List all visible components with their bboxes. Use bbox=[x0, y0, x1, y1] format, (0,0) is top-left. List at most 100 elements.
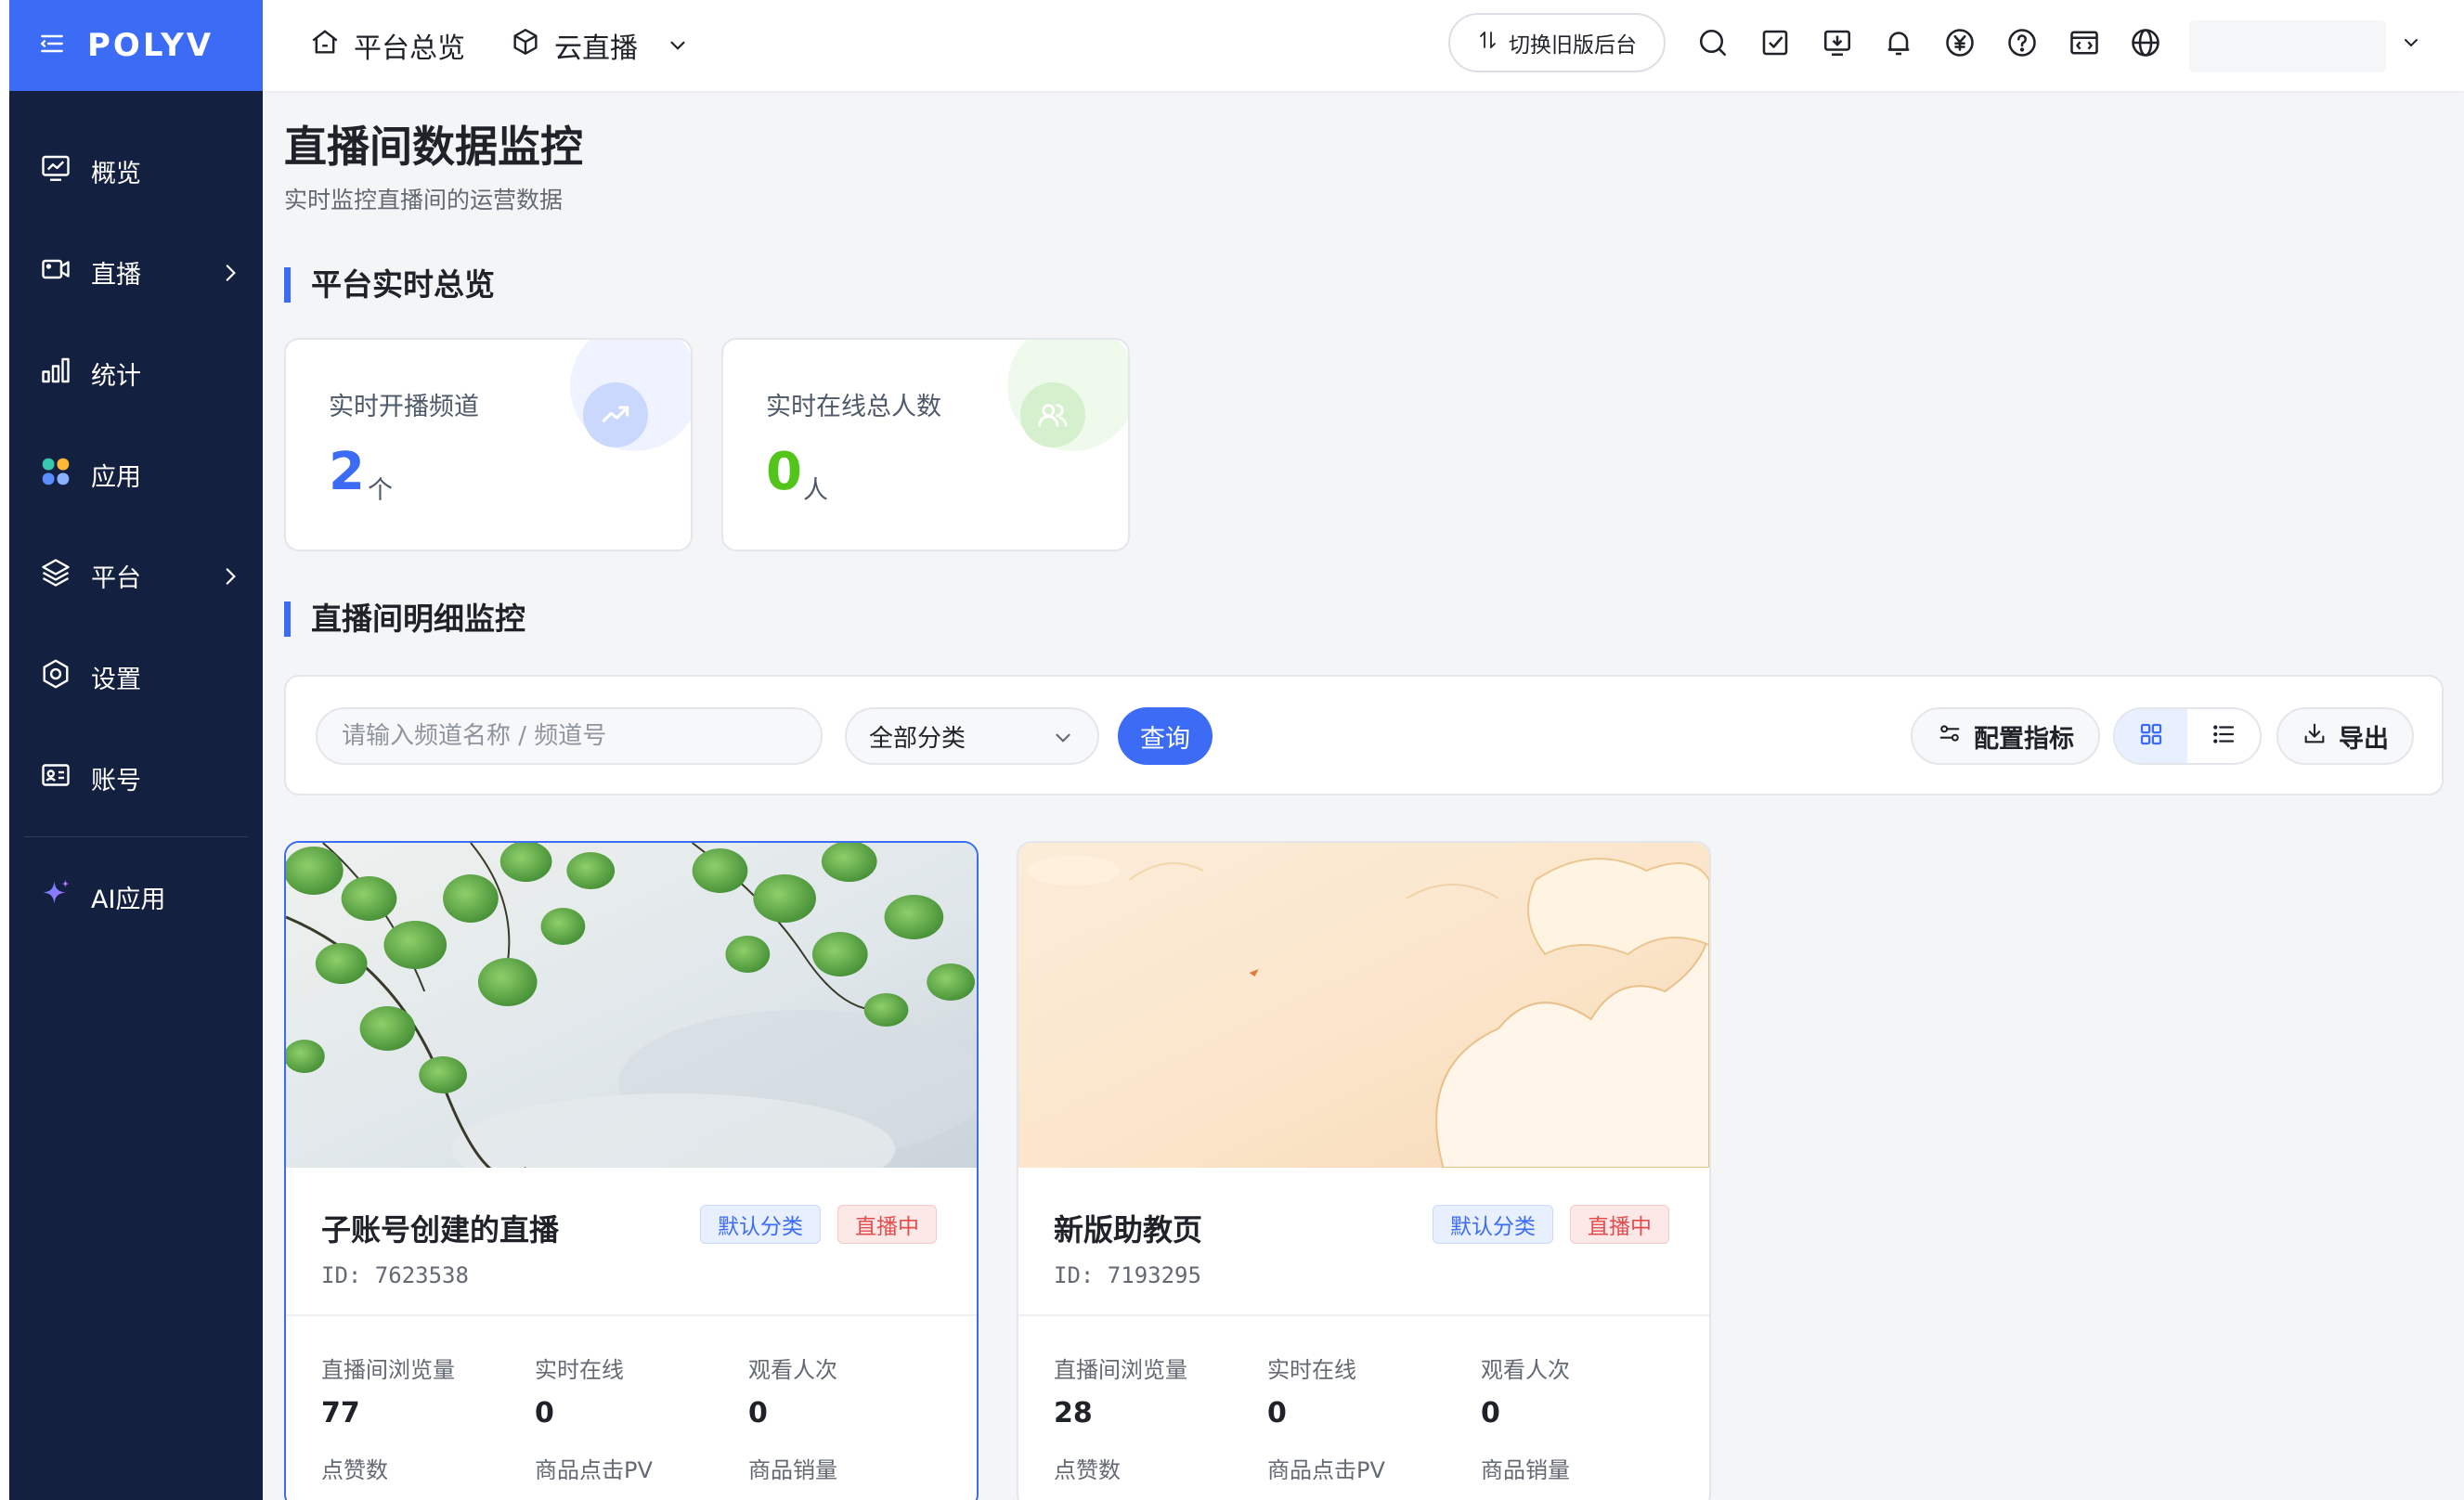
grid-view-button[interactable] bbox=[2115, 709, 2187, 763]
configure-metrics-label: 配置指标 bbox=[1974, 724, 2074, 754]
chevron-down-icon bbox=[670, 41, 685, 50]
metric-label: 直播间浏览量 bbox=[321, 1357, 455, 1383]
sidebar-item-platform[interactable]: 平台 bbox=[9, 525, 263, 627]
metric-label: 商品销量 bbox=[1481, 1457, 1570, 1483]
metric-label: 实时在线 bbox=[535, 1357, 624, 1383]
nav-platform-overview-label: 平台总览 bbox=[354, 32, 465, 65]
grid-icon bbox=[2137, 720, 2165, 752]
metric-product-clicks: 商品点击PV bbox=[535, 1452, 720, 1484]
stat-value: 2 bbox=[329, 442, 365, 502]
page-subtitle: 实时监控直播间的运营数据 bbox=[284, 187, 564, 213]
metric-product-clicks: 商品点击PV bbox=[1267, 1452, 1453, 1484]
metric-value: 0 bbox=[1481, 1397, 1500, 1429]
download-screen-icon[interactable] bbox=[1821, 26, 1854, 59]
metric-online: 实时在线 0 bbox=[1267, 1351, 1453, 1429]
help-icon[interactable] bbox=[2005, 26, 2039, 59]
metric-label: 直播间浏览量 bbox=[1054, 1357, 1187, 1383]
globe-icon[interactable] bbox=[2129, 26, 2162, 59]
stat-label: 实时在线总人数 bbox=[766, 393, 941, 421]
metric-label: 商品点击PV bbox=[1267, 1457, 1385, 1483]
sidebar-item-account[interactable]: 账号 bbox=[9, 728, 263, 829]
home-icon bbox=[309, 26, 341, 65]
export-button[interactable]: 导出 bbox=[2276, 707, 2414, 765]
brand-header: POLYV bbox=[9, 0, 263, 91]
bell-icon[interactable] bbox=[1882, 26, 1915, 59]
metric-label: 观看人次 bbox=[1481, 1357, 1570, 1383]
stat-label: 实时开播频道 bbox=[329, 393, 479, 421]
stat-unit: 人 bbox=[803, 476, 828, 505]
metric-product-sales: 商品销量 bbox=[748, 1452, 934, 1484]
sidebar-item-overview[interactable]: 概览 bbox=[9, 121, 263, 222]
user-account-menu[interactable] bbox=[2189, 20, 2386, 72]
category-tag: 默认分类 bbox=[1433, 1205, 1553, 1244]
metric-value: 0 bbox=[748, 1397, 768, 1429]
search-icon[interactable] bbox=[1696, 26, 1730, 59]
category-select-value: 全部分类 bbox=[869, 724, 966, 753]
room-card[interactable]: 子账号创建的直播 默认分类 直播中 ID: 7623538 直播间浏览量 77 … bbox=[284, 841, 979, 1500]
room-card[interactable]: 新版助教页 默认分类 直播中 ID: 7193295 直播间浏览量 28 实时在… bbox=[1017, 841, 1711, 1500]
view-mode-toggle bbox=[2113, 707, 2262, 765]
query-button[interactable]: 查询 bbox=[1118, 707, 1213, 765]
room-id: ID: 7193295 bbox=[1054, 1262, 1201, 1288]
hamburger-menu-icon[interactable] bbox=[37, 29, 67, 62]
card-divider bbox=[286, 1314, 977, 1316]
export-label: 导出 bbox=[2339, 724, 2389, 754]
download-icon bbox=[2302, 720, 2328, 753]
configure-metrics-button[interactable]: 配置指标 bbox=[1911, 707, 2100, 765]
metric-value: 77 bbox=[321, 1397, 360, 1429]
category-select[interactable]: 全部分类 bbox=[845, 707, 1099, 765]
monitor-chart-icon bbox=[39, 151, 72, 191]
yuan-coin-icon[interactable] bbox=[1943, 26, 1977, 59]
video-camera-icon bbox=[39, 252, 72, 292]
stat-value: 0 bbox=[766, 442, 802, 502]
room-cover-image bbox=[1018, 843, 1709, 1168]
switch-old-version-button[interactable]: 切换旧版后台 bbox=[1448, 13, 1666, 72]
metric-views: 观看人次 0 bbox=[1481, 1351, 1666, 1429]
sidebar-item-live[interactable]: 直播 bbox=[9, 222, 263, 323]
sidebar: POLYV 概览 直播 统计 应用 平台 设置 账号 AI应用 bbox=[0, 0, 263, 1500]
list-view-button[interactable] bbox=[2187, 709, 2260, 763]
channel-search-input[interactable] bbox=[316, 707, 823, 765]
live-status-badge: 直播中 bbox=[1570, 1205, 1669, 1244]
sidebar-item-label: 应用 bbox=[91, 463, 141, 492]
sidebar-item-label: 设置 bbox=[91, 666, 141, 694]
sidebar-item-label: 统计 bbox=[91, 362, 141, 391]
sidebar-item-apps[interactable]: 应用 bbox=[9, 424, 263, 525]
page-title: 直播间数据监控 bbox=[284, 122, 583, 172]
nav-platform-overview[interactable]: 平台总览 bbox=[309, 25, 465, 66]
room-name: 新版助教页 bbox=[1054, 1212, 1203, 1248]
chevron-right-icon bbox=[226, 264, 236, 281]
stat-card-online-users: 实时在线总人数 0 人 bbox=[721, 338, 1130, 551]
metric-value: 0 bbox=[535, 1397, 554, 1429]
product-switcher[interactable]: 云直播 bbox=[510, 25, 690, 66]
sidebar-item-label: 平台 bbox=[91, 564, 141, 593]
sidebar-item-ai-apps[interactable]: AI应用 bbox=[9, 852, 263, 941]
stat-unit: 个 bbox=[368, 476, 393, 505]
code-window-icon[interactable] bbox=[2068, 26, 2101, 59]
section-title-detail: 直播间明细监控 bbox=[284, 601, 525, 637]
category-tag: 默认分类 bbox=[700, 1205, 821, 1244]
cube-icon bbox=[510, 26, 541, 65]
top-bar: 平台总览 云直播 切换旧版后台 bbox=[263, 0, 2464, 91]
list-icon bbox=[2210, 720, 2237, 752]
card-divider bbox=[1018, 1314, 1709, 1316]
metric-label: 点赞数 bbox=[321, 1457, 388, 1483]
id-card-icon bbox=[39, 758, 72, 798]
task-edit-icon[interactable] bbox=[1758, 26, 1792, 59]
metric-product-sales: 商品销量 bbox=[1481, 1452, 1666, 1484]
sidebar-item-settings[interactable]: 设置 bbox=[9, 627, 263, 728]
gear-icon bbox=[39, 657, 72, 697]
sidebar-item-label: 账号 bbox=[91, 767, 141, 795]
chevron-down-icon[interactable] bbox=[2400, 32, 2422, 54]
switch-old-version-label: 切换旧版后台 bbox=[1509, 33, 1637, 58]
metric-label: 商品点击PV bbox=[535, 1457, 653, 1483]
sidebar-divider bbox=[24, 836, 248, 837]
sidebar-item-statistics[interactable]: 统计 bbox=[9, 323, 263, 424]
metric-online: 实时在线 0 bbox=[535, 1351, 720, 1429]
product-switcher-label: 云直播 bbox=[554, 32, 638, 65]
brand-logo[interactable]: POLYV bbox=[87, 27, 214, 64]
stat-card-live-channels: 实时开播频道 2 个 bbox=[284, 338, 693, 551]
layers-icon bbox=[39, 556, 72, 596]
metric-label: 观看人次 bbox=[748, 1357, 837, 1383]
sidebar-item-label: 概览 bbox=[91, 160, 141, 188]
